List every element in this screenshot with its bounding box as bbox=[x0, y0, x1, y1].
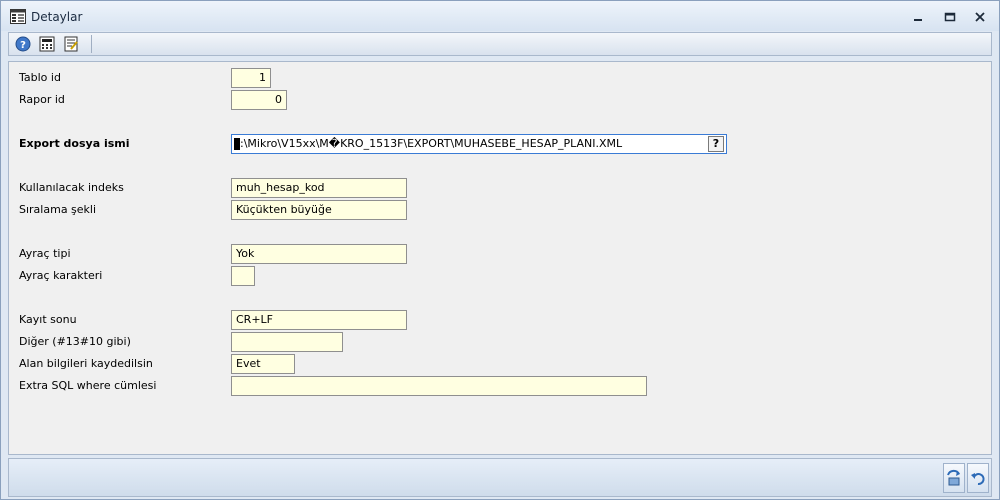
save-fields-label: Alan bilgileri kaydedilsin bbox=[19, 357, 153, 370]
separator-type-field[interactable]: Yok bbox=[231, 244, 407, 264]
toolbar: ? bbox=[8, 32, 992, 56]
export-file-field[interactable]: :\Mikro\V15xx\M�KRO_1513F\EXPORT\MUHASEB… bbox=[231, 134, 727, 154]
other-field[interactable] bbox=[231, 332, 343, 352]
footer-bar bbox=[8, 458, 992, 497]
close-button[interactable] bbox=[971, 9, 989, 25]
separator-char-field[interactable] bbox=[231, 266, 255, 286]
sort-label: Sıralama şekli bbox=[19, 203, 97, 216]
svg-text:?: ? bbox=[20, 40, 26, 51]
index-label: Kullanılacak indeks bbox=[19, 181, 124, 194]
extra-sql-label: Extra SQL where cümlesi bbox=[19, 379, 157, 392]
help-icon[interactable]: ? bbox=[13, 35, 33, 53]
record-end-label: Kayıt sonu bbox=[19, 313, 77, 326]
sort-field[interactable]: Küçükten büyüğe bbox=[231, 200, 407, 220]
separator-char-label: Ayraç karakteri bbox=[19, 269, 103, 282]
tablo-id-label: Tablo id bbox=[19, 71, 61, 84]
minimize-button[interactable] bbox=[909, 9, 927, 25]
form-panel: Tablo id 1 Rapor id 0 Export dosya ismi … bbox=[8, 61, 992, 455]
extra-sql-field[interactable] bbox=[231, 376, 647, 396]
title-bar: Detaylar bbox=[1, 1, 999, 31]
rapor-id-label: Rapor id bbox=[19, 93, 65, 106]
index-field[interactable]: muh_hesap_kod bbox=[231, 178, 407, 198]
toolbar-separator bbox=[91, 35, 92, 53]
details-window: Detaylar ? Tablo id 1 Rapor id 0 Export … bbox=[0, 0, 1000, 500]
save-icon[interactable] bbox=[943, 463, 965, 493]
separator-type-label: Ayraç tipi bbox=[19, 247, 71, 260]
print-setup-icon[interactable] bbox=[61, 35, 81, 53]
calculator-icon[interactable] bbox=[37, 35, 57, 53]
window-title: Detaylar bbox=[31, 10, 83, 24]
export-file-value: :\Mikro\V15xx\M�KRO_1513F\EXPORT\MUHASEB… bbox=[240, 137, 623, 150]
record-end-field[interactable]: CR+LF bbox=[231, 310, 407, 330]
other-label: Diğer (#13#10 gibi) bbox=[19, 335, 131, 348]
rapor-id-field[interactable]: 0 bbox=[231, 90, 287, 110]
restore-button[interactable] bbox=[941, 9, 959, 25]
undo-icon[interactable] bbox=[967, 463, 989, 493]
export-file-label: Export dosya ismi bbox=[19, 137, 130, 150]
lookup-button[interactable]: ? bbox=[708, 136, 724, 152]
save-fields-field[interactable]: Evet bbox=[231, 354, 295, 374]
tablo-id-field[interactable]: 1 bbox=[231, 68, 271, 88]
form-grid-icon bbox=[10, 9, 26, 24]
